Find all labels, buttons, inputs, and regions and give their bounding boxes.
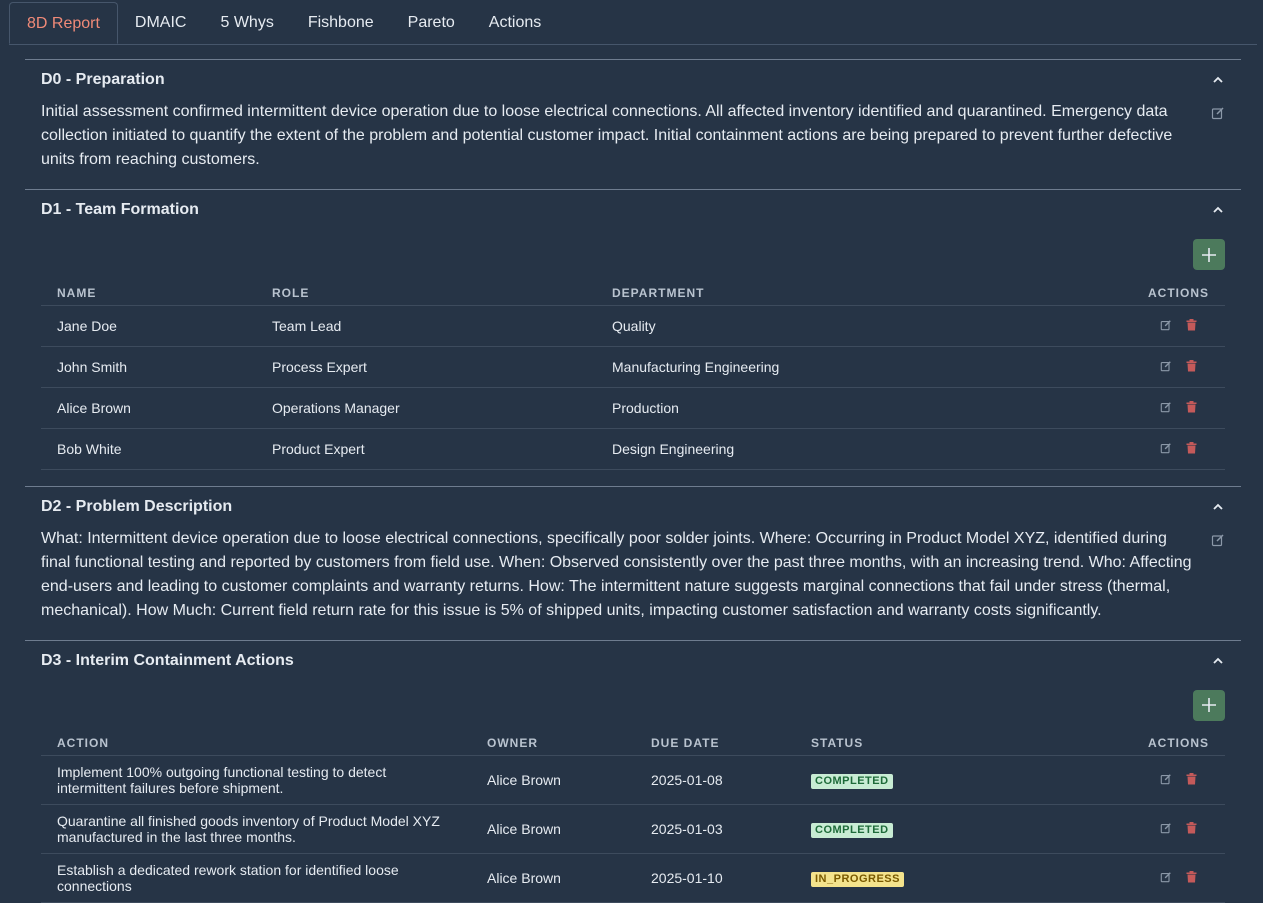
section-header-d1[interactable]: D1 - Team Formation [25, 190, 1241, 230]
section-title: D1 - Team Formation [41, 201, 199, 219]
section-d0: D0 - Preparation Initial assessment conf… [25, 59, 1241, 189]
plus-icon [1201, 247, 1217, 263]
section-d1: D1 - Team Formation NAME ROLE DEPARTMENT… [25, 189, 1241, 486]
section-text: Initial assessment confirmed intermitten… [41, 100, 1199, 172]
action-status: COMPLETED [795, 805, 1132, 854]
action-status: COMPLETED [795, 756, 1132, 805]
tab-8d-report[interactable]: 8D Report [9, 2, 118, 44]
edit-icon[interactable] [1160, 772, 1172, 788]
edit-icon[interactable] [1211, 106, 1225, 120]
table-row: Jane DoeTeam LeadQuality [41, 305, 1225, 346]
action-owner: Alice Brown [471, 854, 635, 903]
table-row: Establish a dedicated rework station for… [41, 854, 1225, 903]
member-department: Manufacturing Engineering [596, 346, 1132, 387]
edit-icon[interactable] [1160, 359, 1172, 375]
action-due-date: 2025-01-03 [635, 805, 795, 854]
edit-icon[interactable] [1160, 821, 1172, 837]
action-due-date: 2025-01-10 [635, 854, 795, 903]
column-header-status: STATUS [795, 721, 1132, 756]
trash-icon[interactable] [1186, 441, 1197, 457]
member-name: Alice Brown [41, 387, 256, 428]
section-title: D2 - Problem Description [41, 498, 232, 516]
tab-5-whys[interactable]: 5 Whys [203, 2, 290, 43]
section-d3: D3 - Interim Containment Actions ACTION … [25, 640, 1241, 903]
row-actions [1132, 305, 1225, 346]
member-name: John Smith [41, 346, 256, 387]
containment-table: ACTION OWNER DUE DATE STATUS ACTIONS Imp… [41, 721, 1225, 903]
edit-icon[interactable] [1160, 870, 1172, 886]
table-row: John SmithProcess ExpertManufacturing En… [41, 346, 1225, 387]
action-status: IN_PROGRESS [795, 854, 1132, 903]
column-header-action: ACTION [41, 721, 471, 756]
member-department: Quality [596, 305, 1132, 346]
trash-icon[interactable] [1186, 318, 1197, 334]
column-header-actions: ACTIONS [1132, 721, 1225, 756]
table-row: Alice BrownOperations ManagerProduction [41, 387, 1225, 428]
member-role: Product Expert [256, 428, 596, 469]
row-actions [1132, 805, 1225, 854]
section-header-d2[interactable]: D2 - Problem Description [25, 487, 1241, 527]
trash-icon[interactable] [1186, 772, 1197, 788]
trash-icon[interactable] [1186, 359, 1197, 375]
status-badge: COMPLETED [811, 774, 893, 789]
column-header-actions: ACTIONS [1132, 270, 1225, 305]
table-row: Quarantine all finished goods inventory … [41, 805, 1225, 854]
status-badge: IN_PROGRESS [811, 872, 904, 887]
tab-bar: 8D Report DMAIC 5 Whys Fishbone Pareto A… [9, 2, 1257, 45]
section-text: What: Intermittent device operation due … [41, 527, 1199, 623]
action-owner: Alice Brown [471, 756, 635, 805]
team-table: NAME ROLE DEPARTMENT ACTIONS Jane DoeTea… [41, 270, 1225, 470]
row-actions [1132, 346, 1225, 387]
row-actions [1132, 428, 1225, 469]
member-name: Jane Doe [41, 305, 256, 346]
table-row: Implement 100% outgoing functional testi… [41, 756, 1225, 805]
chevron-up-icon[interactable] [1211, 73, 1225, 87]
member-department: Design Engineering [596, 428, 1132, 469]
member-role: Team Lead [256, 305, 596, 346]
action-owner: Alice Brown [471, 805, 635, 854]
column-header-department: DEPARTMENT [596, 270, 1132, 305]
action-description: Implement 100% outgoing functional testi… [41, 756, 471, 805]
column-header-owner: OWNER [471, 721, 635, 756]
column-header-name: NAME [41, 270, 256, 305]
edit-icon[interactable] [1160, 318, 1172, 334]
add-containment-action-button[interactable] [1193, 690, 1225, 721]
row-actions [1132, 756, 1225, 805]
column-header-due-date: DUE DATE [635, 721, 795, 756]
section-title: D3 - Interim Containment Actions [41, 652, 294, 670]
action-description: Quarantine all finished goods inventory … [41, 805, 471, 854]
add-team-member-button[interactable] [1193, 239, 1225, 270]
section-d2: D2 - Problem Description What: Intermitt… [25, 486, 1241, 640]
tab-actions[interactable]: Actions [472, 2, 558, 43]
action-description: Establish a dedicated rework station for… [41, 854, 471, 903]
tab-fishbone[interactable]: Fishbone [291, 2, 391, 43]
trash-icon[interactable] [1186, 870, 1197, 886]
member-role: Process Expert [256, 346, 596, 387]
edit-icon[interactable] [1211, 533, 1225, 547]
trash-icon[interactable] [1186, 400, 1197, 416]
section-header-d0[interactable]: D0 - Preparation [25, 60, 1241, 100]
trash-icon[interactable] [1186, 821, 1197, 837]
chevron-up-icon[interactable] [1211, 203, 1225, 217]
edit-icon[interactable] [1160, 441, 1172, 457]
plus-icon [1201, 697, 1217, 713]
chevron-up-icon[interactable] [1211, 654, 1225, 668]
member-department: Production [596, 387, 1132, 428]
row-actions [1132, 854, 1225, 903]
column-header-role: ROLE [256, 270, 596, 305]
member-name: Bob White [41, 428, 256, 469]
tab-pareto[interactable]: Pareto [391, 2, 472, 43]
member-role: Operations Manager [256, 387, 596, 428]
section-header-d3[interactable]: D3 - Interim Containment Actions [25, 641, 1241, 681]
edit-icon[interactable] [1160, 400, 1172, 416]
status-badge: COMPLETED [811, 823, 893, 838]
section-title: D0 - Preparation [41, 71, 165, 89]
chevron-up-icon[interactable] [1211, 500, 1225, 514]
action-due-date: 2025-01-08 [635, 756, 795, 805]
report-content: D0 - Preparation Initial assessment conf… [25, 59, 1241, 903]
row-actions [1132, 387, 1225, 428]
table-row: Bob WhiteProduct ExpertDesign Engineerin… [41, 428, 1225, 469]
tab-dmaic[interactable]: DMAIC [118, 2, 204, 43]
